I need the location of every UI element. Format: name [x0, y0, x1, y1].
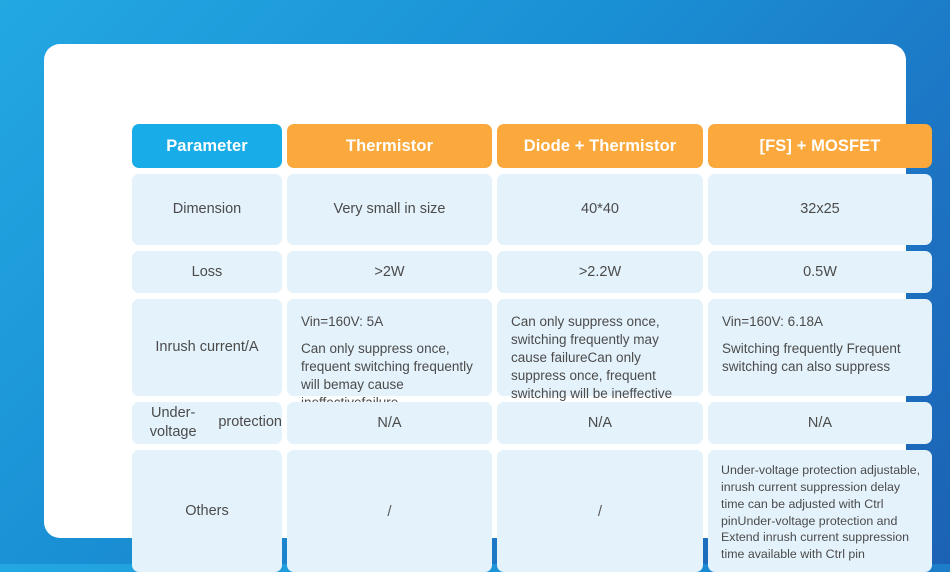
screen: Parameter Thermistor Diode + Thermistor …: [0, 0, 950, 572]
table-header-row: Parameter Thermistor Diode + Thermistor …: [132, 124, 932, 169]
inrush-thermistor-note: Can only suppress once, frequent switchi…: [301, 340, 473, 410]
cell-loss-thermistor: >2W: [287, 250, 492, 293]
table-row: Loss >2W >2.2W 0.5W: [132, 250, 932, 293]
row-label-under-voltage-protection: Under-voltage protection: [132, 401, 282, 444]
others-fs-mosfet-note: Under-voltage protection adjustable, inr…: [721, 463, 921, 562]
cell-others-thermistor: /: [287, 450, 492, 572]
cell-inrush-diode-thermistor: Can only suppress once, switching freque…: [497, 298, 703, 401]
inrush-diode-thermistor-note: Can only suppress once, switching freque…: [511, 313, 673, 401]
cell-uv-diode-thermistor: N/A: [497, 401, 703, 444]
header-cell-diode-thermistor: Diode + Thermistor: [497, 124, 703, 169]
cell-inrush-fs-mosfet: Vin=160V: 6.18A Switching frequently Fre…: [708, 298, 932, 396]
header-cell-fs-mosfet: [FS] + MOSFET: [708, 124, 932, 169]
cell-loss-diode-thermistor: >2.2W: [497, 250, 703, 293]
row-label-others: Others: [132, 450, 282, 572]
cell-loss-fs-mosfet: 0.5W: [708, 250, 932, 293]
inrush-thermistor-value: Vin=160V: 5A: [301, 313, 384, 329]
cell-others-diode-thermistor: /: [497, 450, 703, 572]
cell-dimension-thermistor: Very small in size: [287, 174, 492, 245]
cell-dimension-fs-mosfet: 32x25: [708, 174, 932, 245]
cell-uv-thermistor: N/A: [287, 401, 492, 444]
row-label-loss: Loss: [132, 250, 282, 293]
table-row: Others / / Under-voltage protection adju…: [132, 450, 932, 572]
table-row: Inrush current/A Vin=160V: 5A Can only s…: [132, 298, 932, 410]
header-cell-thermistor: Thermistor: [287, 124, 492, 169]
row-label-dimension: Dimension: [132, 174, 282, 245]
cell-dimension-diode-thermistor: 40*40: [497, 174, 703, 245]
inrush-fs-mosfet-note: Switching frequently Frequent switching …: [722, 340, 901, 374]
cell-inrush-thermistor: Vin=160V: 5A Can only suppress once, fre…: [287, 298, 492, 410]
content-card: Parameter Thermistor Diode + Thermistor …: [44, 44, 932, 572]
row-label-inrush-current: Inrush current/A: [132, 298, 282, 396]
under-voltage-label-line2: protection: [218, 414, 282, 431]
comparison-table: Parameter Thermistor Diode + Thermistor …: [132, 124, 932, 572]
under-voltage-label-line1: Under-voltage: [149, 404, 197, 440]
table-row: Under-voltage protection N/A N/A N/A: [132, 401, 932, 444]
cell-others-fs-mosfet: Under-voltage protection adjustable, inr…: [708, 450, 932, 572]
cell-uv-fs-mosfet: N/A: [708, 401, 932, 444]
table-row: Dimension Very small in size 40*40 32x25: [132, 174, 932, 245]
header-cell-parameter: Parameter: [132, 124, 282, 169]
inrush-fs-mosfet-value: Vin=160V: 6.18A: [722, 313, 823, 329]
